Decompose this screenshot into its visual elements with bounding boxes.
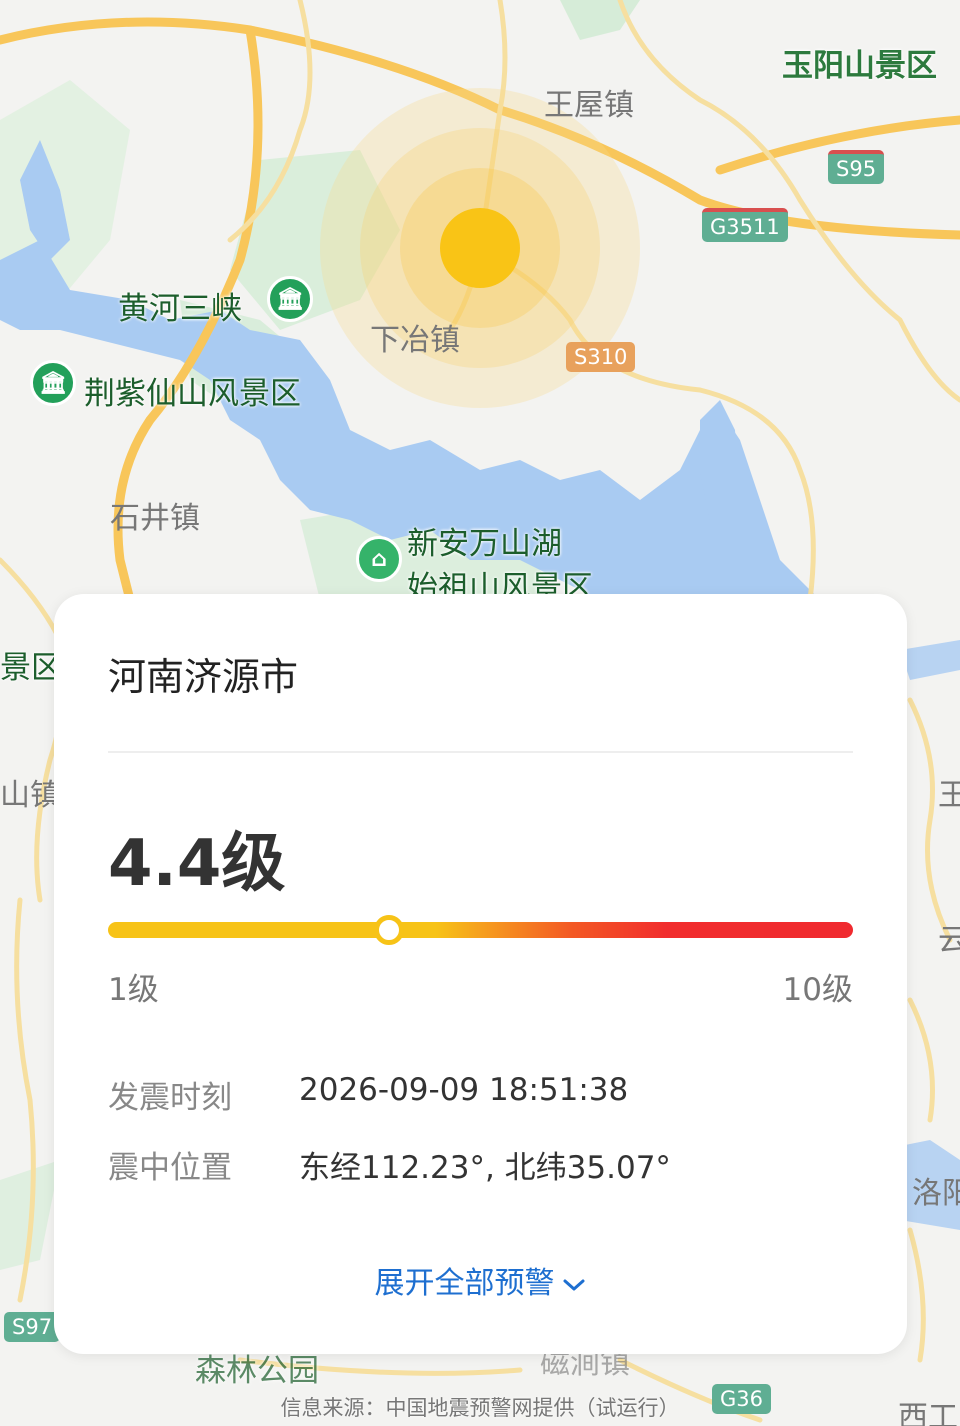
scenic-label: 新安万山湖 [407, 526, 562, 562]
scale-min-label: 1级 [108, 972, 159, 1008]
expand-label: 展开全部预警 [374, 1266, 555, 1301]
divider [108, 751, 853, 753]
time-value: 2026-09-09 18:51:38 [299, 1072, 629, 1108]
town-label: 下冶镇 [370, 323, 460, 358]
position-value: 东经112.23°, 北纬35.07° [299, 1150, 671, 1186]
town-label: 山镇 [0, 778, 60, 813]
scenic-label: 玉阳山景区 [782, 48, 937, 84]
epicenter-marker [440, 208, 520, 288]
location-title: 河南济源市 [108, 655, 299, 699]
scenic-label: 景区 [0, 650, 62, 686]
town-label: 石井镇 [110, 501, 200, 536]
magnitude-scale-bar [108, 922, 853, 938]
road-shield: S97 [4, 1312, 61, 1342]
museum-icon[interactable]: 🏛 [267, 276, 313, 322]
road-shield: S95 [828, 150, 885, 184]
town-label: 洛阳 [912, 1176, 960, 1211]
town-label: 云 [938, 923, 960, 958]
scenic-label: 荆紫仙山风景区 [84, 376, 301, 412]
scenic-label: 黄河三峡 [118, 291, 242, 327]
town-label: 王 [938, 778, 960, 813]
magnitude-value: 4.4级 [108, 827, 286, 901]
road-shield: G3511 [702, 208, 788, 242]
park-icon[interactable]: ⌂ [356, 536, 402, 582]
scale-max-label: 10级 [782, 972, 853, 1008]
expand-all-alerts-button[interactable]: 展开全部预警 [54, 1258, 907, 1302]
chevron-down-icon [563, 1279, 584, 1290]
road-shield: S310 [566, 342, 636, 372]
town-label: 王屋镇 [544, 88, 634, 123]
earthquake-card: 河南济源市 4.4级 1级 10级 发震时刻 2026-09-09 18:51:… [54, 594, 907, 1354]
magnitude-scale-marker [374, 915, 405, 945]
museum-icon[interactable]: 🏛 [30, 360, 76, 406]
source-footer: 信息来源：中国地震预警网提供（试运行） [280, 1396, 680, 1420]
time-label: 发震时刻 [108, 1080, 232, 1116]
position-label: 震中位置 [108, 1150, 232, 1186]
